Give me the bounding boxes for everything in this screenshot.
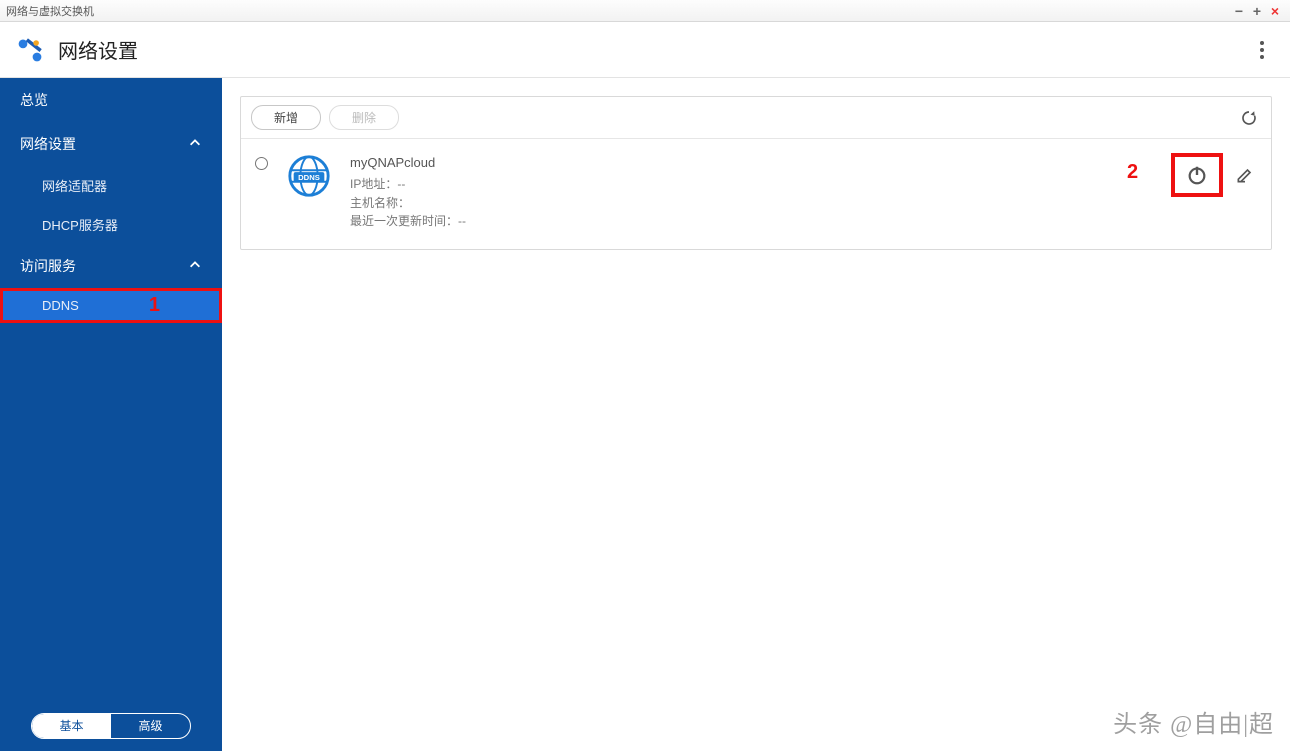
content-area: 新增 删除 DDNS bbox=[222, 78, 1290, 751]
mode-toggle-advanced[interactable]: 高级 bbox=[111, 714, 190, 738]
mode-toggle[interactable]: 基本 高级 bbox=[31, 713, 191, 739]
window-title: 网络与虚拟交换机 bbox=[6, 3, 94, 19]
app-icon bbox=[16, 36, 44, 64]
sidebar-item-overview[interactable]: 总览 bbox=[0, 78, 222, 122]
sidebar-item-dhcp-server[interactable]: DHCP服务器 bbox=[0, 205, 222, 244]
sidebar-item-label: DDNS bbox=[42, 298, 79, 313]
chevron-up-icon bbox=[188, 136, 202, 153]
sidebar-item-access-services[interactable]: 访问服务 bbox=[0, 244, 222, 288]
add-button[interactable]: 新增 bbox=[251, 105, 321, 130]
ddns-panel: 新增 删除 DDNS bbox=[240, 96, 1272, 250]
chevron-up-icon bbox=[188, 258, 202, 275]
entry-host-line: 主机名称： bbox=[350, 194, 466, 213]
edit-icon bbox=[1235, 165, 1255, 185]
entry-select-radio[interactable] bbox=[255, 157, 268, 170]
edit-button[interactable] bbox=[1233, 163, 1257, 187]
sidebar-item-ddns[interactable]: DDNS bbox=[0, 288, 222, 323]
app-header: 网络设置 bbox=[0, 22, 1290, 78]
sidebar-item-label: DHCP服务器 bbox=[42, 218, 118, 233]
refresh-button[interactable] bbox=[1237, 106, 1261, 130]
entry-ip-line: IP地址：-- bbox=[350, 175, 466, 194]
sidebar-item-network-settings[interactable]: 网络设置 bbox=[0, 122, 222, 166]
more-menu-button[interactable] bbox=[1250, 38, 1274, 62]
annotation-callout-1: 1 bbox=[149, 294, 160, 317]
sidebar-item-network-adapters[interactable]: 网络适配器 bbox=[0, 166, 222, 205]
mode-toggle-basic[interactable]: 基本 bbox=[32, 714, 111, 738]
ddns-entry-row: DDNS myQNAPcloud IP地址：-- 主机名称： 最近一次更新时间：… bbox=[241, 139, 1271, 249]
delete-button: 删除 bbox=[329, 105, 399, 130]
sidebar-footer: 基本 高级 bbox=[0, 701, 222, 751]
window-close-button[interactable]: × bbox=[1266, 3, 1284, 19]
panel-toolbar: 新增 删除 bbox=[241, 97, 1271, 139]
entry-actions: 2 bbox=[1171, 153, 1257, 197]
window-maximize-button[interactable]: + bbox=[1248, 3, 1266, 19]
ddns-provider-icon: DDNS bbox=[286, 153, 332, 199]
entry-updated-line: 最近一次更新时间：-- bbox=[350, 212, 466, 231]
entry-info: myQNAPcloud IP地址：-- 主机名称： 最近一次更新时间：-- bbox=[350, 153, 466, 231]
annotation-callout-2: 2 bbox=[1127, 161, 1138, 184]
annotation-highlight-power bbox=[1171, 153, 1223, 197]
watermark-text: 头条 @自由|超 bbox=[1113, 704, 1274, 739]
power-toggle-button[interactable] bbox=[1185, 163, 1209, 187]
power-icon bbox=[1186, 164, 1208, 186]
sidebar: 总览 网络设置 网络适配器 DHCP服务器 访问服务 DDNS 1 bbox=[0, 78, 222, 751]
refresh-icon bbox=[1240, 109, 1258, 127]
sidebar-item-label: 网络适配器 bbox=[42, 179, 107, 194]
page-title: 网络设置 bbox=[58, 35, 138, 64]
svg-text:DDNS: DDNS bbox=[298, 173, 320, 182]
sidebar-item-label: 总览 bbox=[20, 90, 48, 110]
entry-name: myQNAPcloud bbox=[350, 153, 466, 173]
window-minimize-button[interactable]: − bbox=[1230, 3, 1248, 19]
sidebar-item-label: 网络设置 bbox=[20, 134, 76, 154]
sidebar-item-label: 访问服务 bbox=[20, 256, 76, 276]
window-titlebar: 网络与虚拟交换机 − + × bbox=[0, 0, 1290, 22]
